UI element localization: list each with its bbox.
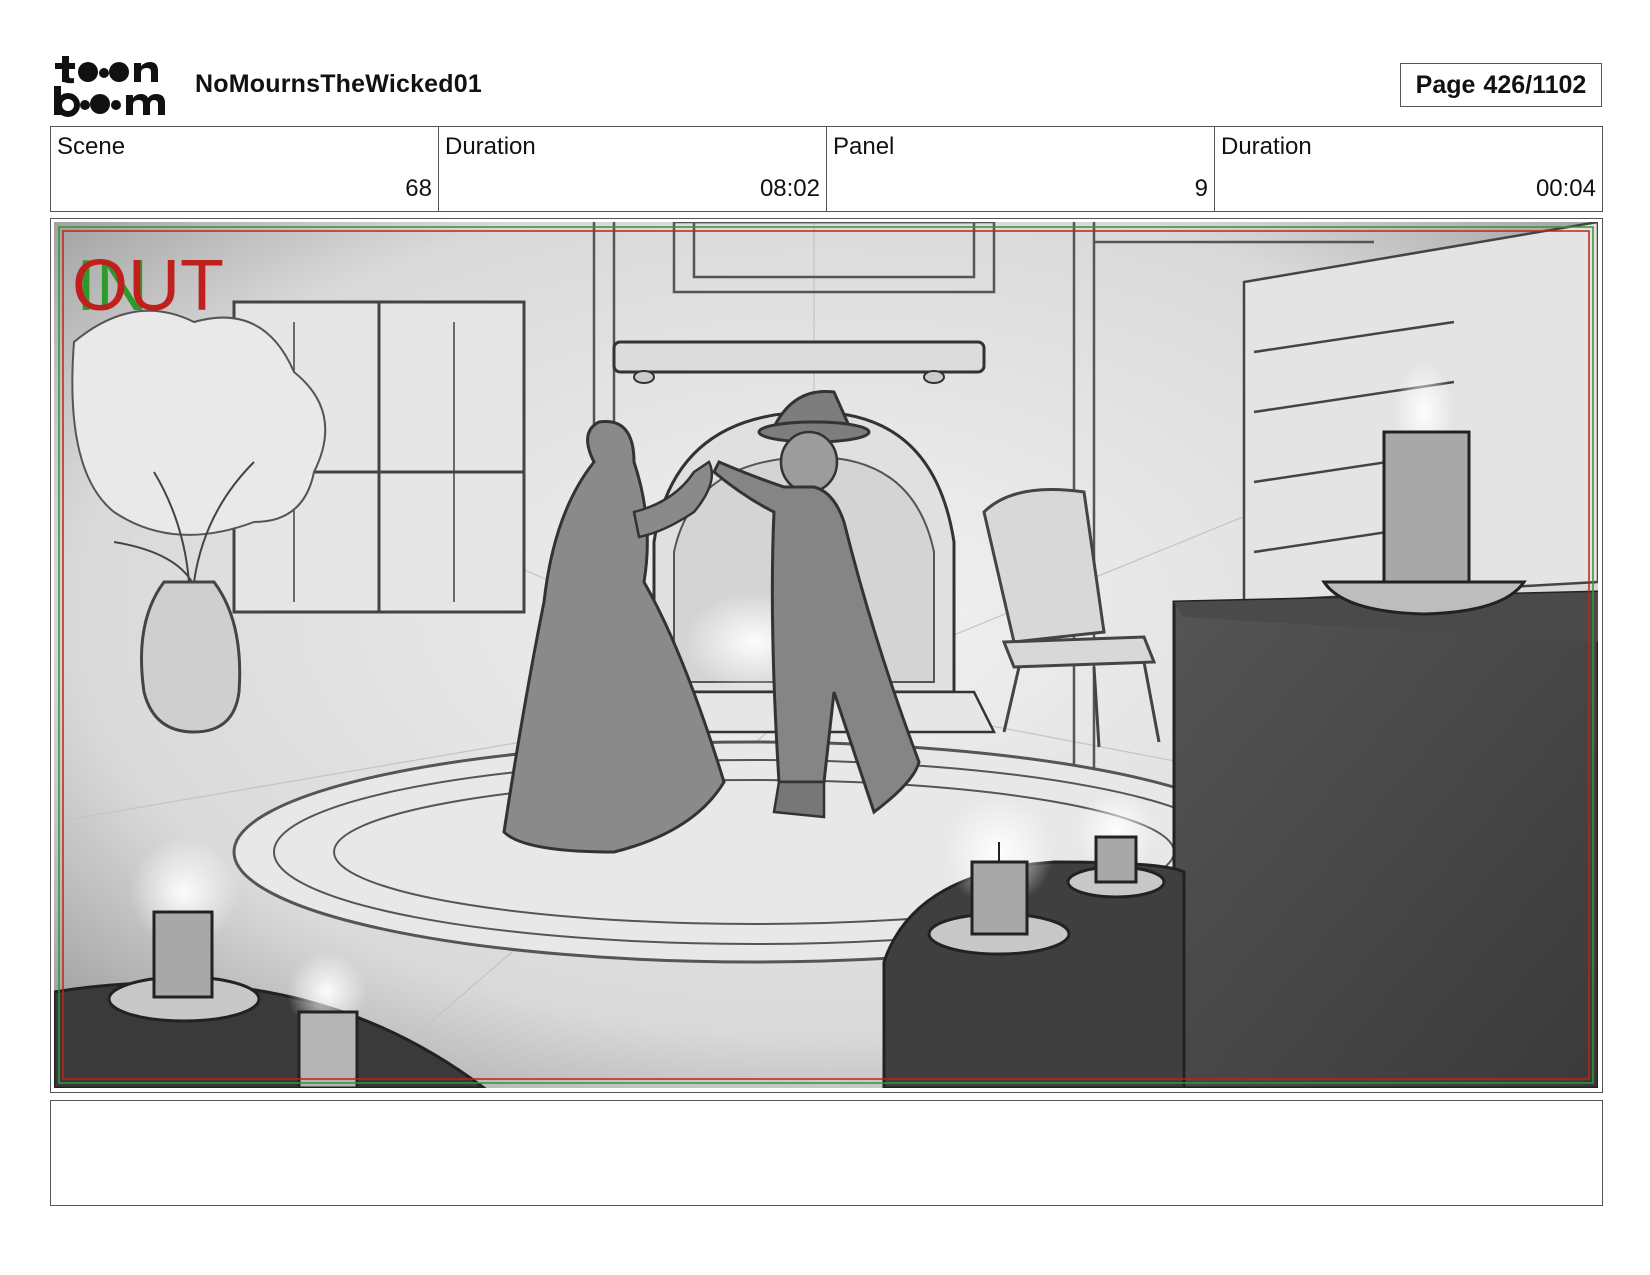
- storyboard-panel: IN OUT: [50, 218, 1603, 1093]
- panel-label: Panel: [833, 133, 895, 160]
- page-number: 426/1102: [1483, 70, 1587, 99]
- panel-duration-cell: Duration 00:04: [1215, 127, 1602, 211]
- scene-duration-label: Duration: [445, 133, 536, 160]
- scene-duration-value: 08:02: [759, 175, 820, 202]
- scene-label: Scene: [57, 133, 126, 160]
- scene-duration-cell: Duration 08:02: [439, 127, 827, 211]
- project-title: NoMournsTheWicked01: [195, 70, 482, 98]
- panel-duration-value: 00:04: [1535, 175, 1596, 202]
- dialogue-notes-box: [50, 1100, 1603, 1206]
- transition-out-marker: OUT: [72, 246, 224, 326]
- scene-info-table: Scene 68 Duration 08:02 Panel 9 Duration…: [50, 126, 1603, 212]
- scene-value: 68: [405, 175, 432, 202]
- scene-cell: Scene 68: [51, 127, 439, 211]
- panel-value: 9: [1194, 175, 1208, 202]
- page-indicator: Page 426/1102: [1400, 63, 1602, 107]
- toon-boom-logo: [52, 52, 172, 118]
- cabinet: [1172, 590, 1598, 1088]
- panel-cell: Panel 9: [827, 127, 1215, 211]
- page-label: Page: [1415, 70, 1476, 99]
- panel-artwork: IN OUT: [54, 222, 1598, 1088]
- candle-left-2: [287, 952, 367, 1088]
- panel-duration-label: Duration: [1221, 133, 1312, 160]
